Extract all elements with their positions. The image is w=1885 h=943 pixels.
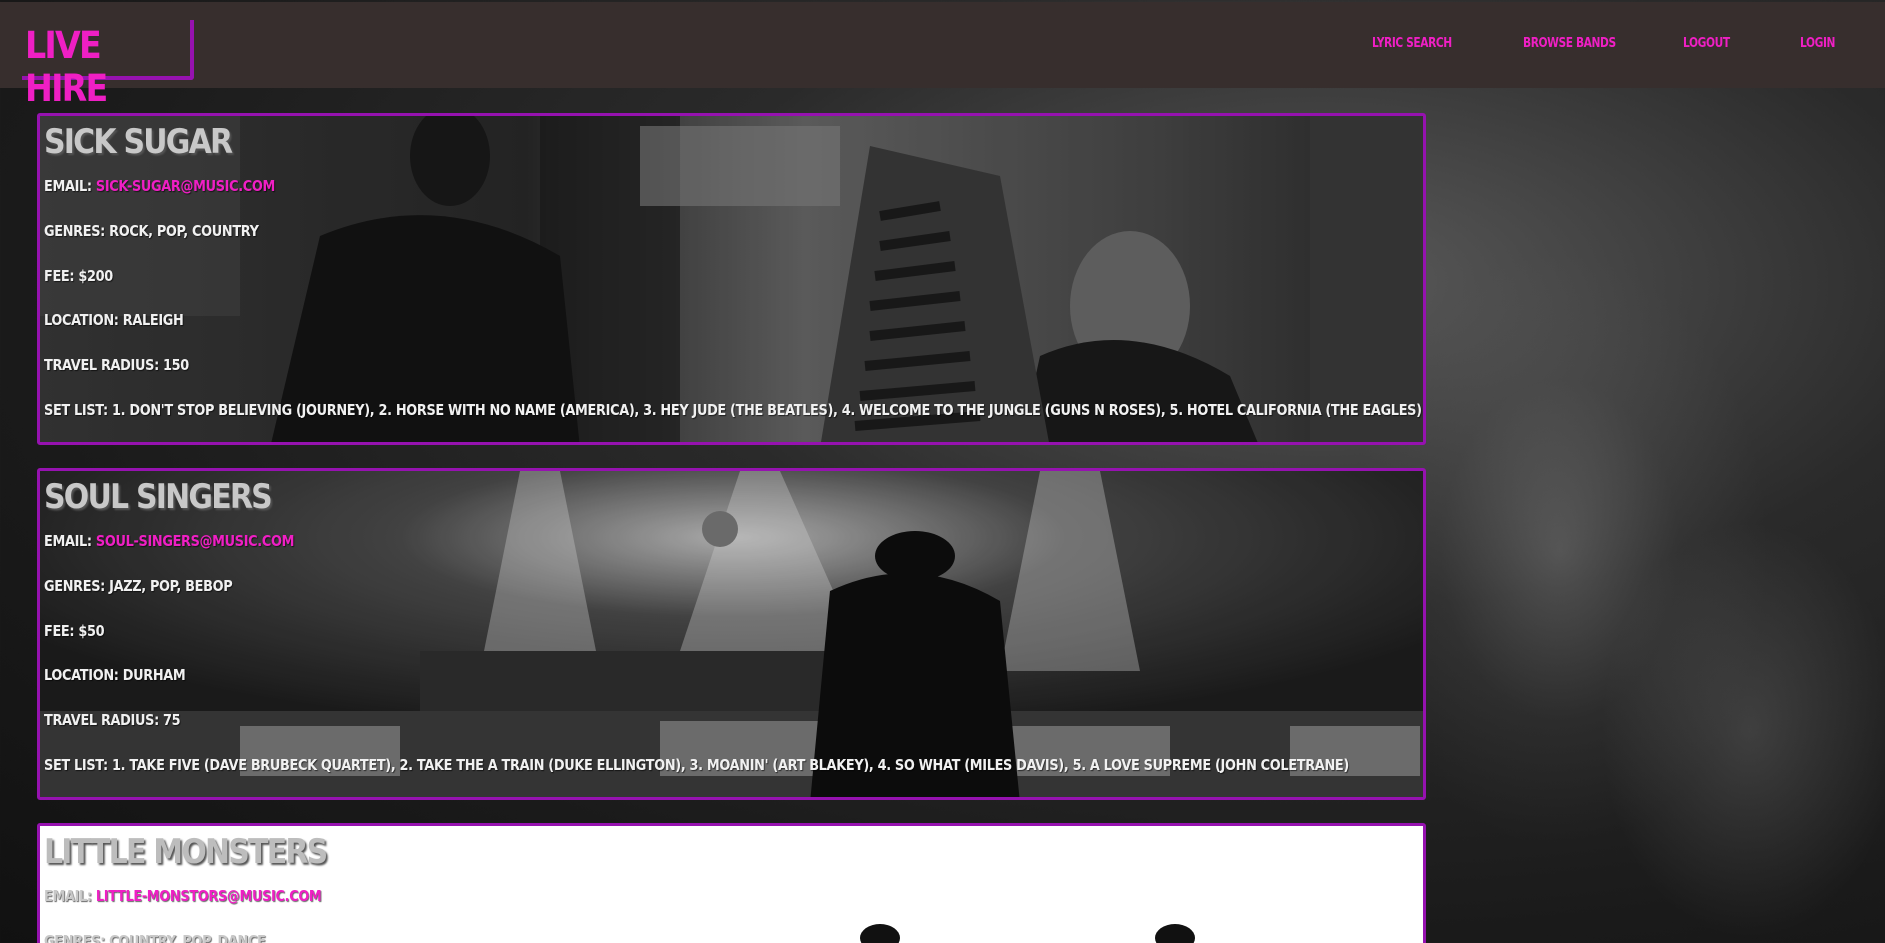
band-email-line: EMAIL: LITTLE-MONSTORS@MUSIC.COM (44, 887, 322, 905)
nav-login[interactable]: LOGIN (1800, 36, 1835, 51)
band-card: SICK SUGAR EMAIL: SICK-SUGAR@MUSIC.COM G… (37, 113, 1426, 445)
email-label: EMAIL: (44, 532, 92, 550)
top-navbar: LIVE HIRE LYRIC SEARCH BROWSE BANDS LOGO… (0, 2, 1885, 110)
band-genres: GENRES: ROCK, POP, COUNTRY (44, 222, 259, 240)
band-travel-radius: TRAVEL RADIUS: 150 (44, 356, 189, 374)
email-label: EMAIL: (44, 177, 92, 195)
band-genres: GENRES: JAZZ, POP, BEBOP (44, 577, 233, 595)
band-name: SOUL SINGERS (44, 477, 273, 517)
band-email-link[interactable]: LITTLE-MONSTORS@MUSIC.COM (96, 887, 322, 905)
band-email-line: EMAIL: SOUL-SINGERS@MUSIC.COM (44, 532, 294, 550)
email-label: EMAIL: (44, 887, 92, 905)
band-setlist: SET LIST: 1. TAKE FIVE (DAVE BRUBECK QUA… (44, 756, 1349, 774)
band-fee: FEE: $200 (44, 267, 113, 285)
band-photo (40, 471, 1423, 797)
band-fee: FEE: $50 (44, 622, 105, 640)
band-name: SICK SUGAR (44, 122, 233, 162)
band-email-link[interactable]: SICK-SUGAR@MUSIC.COM (96, 177, 275, 195)
nav-browse-bands[interactable]: BROWSE BANDS (1523, 36, 1616, 51)
band-location: LOCATION: DURHAM (44, 666, 186, 684)
site-logo[interactable]: LIVE HIRE (22, 20, 194, 110)
band-info: LITTLE MONSTERS EMAIL: LITTLE-MONSTORS@M… (44, 832, 365, 943)
band-card: SOUL SINGERS EMAIL: SOUL-SINGERS@MUSIC.C… (37, 468, 1426, 800)
logo-text: LIVE HIRE (25, 24, 108, 110)
band-genres: GENRES: COUNTRY, POP, DANCE (44, 932, 266, 943)
band-email-link[interactable]: SOUL-SINGERS@MUSIC.COM (96, 532, 295, 550)
nav-lyric-search[interactable]: LYRIC SEARCH (1372, 36, 1452, 51)
band-location: LOCATION: RALEIGH (44, 311, 184, 329)
background-light-glow (1600, 520, 1885, 940)
band-email-line: EMAIL: SICK-SUGAR@MUSIC.COM (44, 177, 275, 195)
band-name: LITTLE MONSTERS (44, 832, 328, 872)
band-photo (40, 116, 1423, 442)
nav-logout[interactable]: LOGOUT (1683, 36, 1730, 51)
band-info: SICK SUGAR EMAIL: SICK-SUGAR@MUSIC.COM G… (44, 122, 1422, 419)
band-travel-radius: TRAVEL RADIUS: 75 (44, 711, 181, 729)
band-setlist: SET LIST: 1. DON'T STOP BELIEVING (JOURN… (44, 401, 1422, 419)
band-info: SOUL SINGERS EMAIL: SOUL-SINGERS@MUSIC.C… (44, 477, 1349, 774)
band-card: LITTLE MONSTERS EMAIL: LITTLE-MONSTORS@M… (37, 823, 1426, 943)
